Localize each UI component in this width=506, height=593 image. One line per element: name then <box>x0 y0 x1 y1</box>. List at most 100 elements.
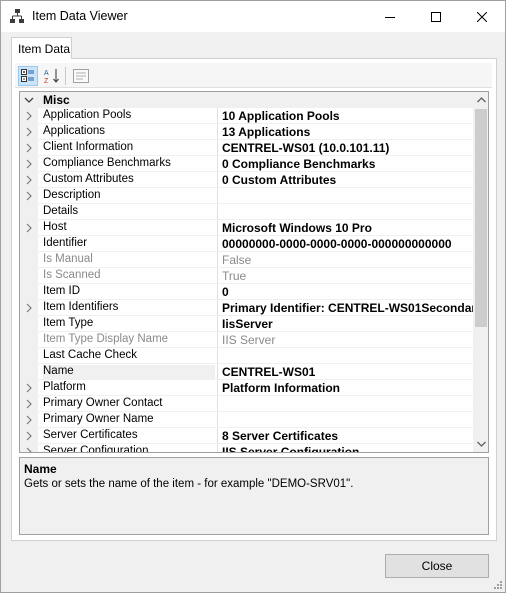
property-value[interactable]: Primary Identifier: CENTREL-WS01Secondar <box>222 301 474 316</box>
property-value[interactable]: Microsoft Windows 10 Pro <box>222 221 474 236</box>
chevron-right-icon[interactable] <box>24 398 34 410</box>
property-row[interactable]: Item ID 0 <box>20 284 473 300</box>
property-value[interactable] <box>222 205 474 220</box>
property-value[interactable] <box>222 397 474 412</box>
property-value[interactable]: 10 Application Pools <box>222 109 474 124</box>
property-pages-button[interactable] <box>71 66 91 86</box>
property-row[interactable]: Item Type Display Name IIS Server <box>20 332 473 348</box>
property-value[interactable]: Platform Information <box>222 381 474 396</box>
column-divider[interactable] <box>217 252 218 268</box>
property-name: Name <box>43 365 215 380</box>
column-divider[interactable] <box>217 332 218 348</box>
column-divider[interactable] <box>217 444 218 452</box>
column-divider[interactable] <box>217 108 218 124</box>
column-divider[interactable] <box>217 412 218 428</box>
property-value[interactable]: IIS Server <box>222 333 474 348</box>
column-divider[interactable] <box>217 316 218 332</box>
column-divider[interactable] <box>217 156 218 172</box>
property-value[interactable]: True <box>222 269 474 284</box>
column-divider[interactable] <box>217 364 218 380</box>
column-divider[interactable] <box>217 268 218 284</box>
property-row[interactable]: Applications 13 Applications <box>20 124 473 140</box>
property-value[interactable]: CENTREL-WS01 (10.0.101.11) <box>222 141 474 156</box>
property-value[interactable]: IIS Server Configuration <box>222 445 474 452</box>
property-row[interactable]: Platform Platform Information <box>20 380 473 396</box>
property-value[interactable]: 0 Compliance Benchmarks <box>222 157 474 172</box>
chevron-right-icon[interactable] <box>24 142 34 154</box>
property-row[interactable]: Description <box>20 188 473 204</box>
property-value[interactable]: 0 <box>222 285 474 300</box>
column-divider[interactable] <box>217 236 218 252</box>
property-row[interactable]: Server Certificates 8 Server Certificates <box>20 428 473 444</box>
property-name: Description <box>43 189 101 201</box>
column-divider[interactable] <box>217 380 218 396</box>
vertical-scrollbar[interactable] <box>473 92 488 452</box>
property-value[interactable]: CENTREL-WS01 <box>222 365 474 380</box>
chevron-right-icon[interactable] <box>24 110 34 122</box>
close-window-button[interactable] <box>459 1 505 32</box>
property-value[interactable] <box>222 349 474 364</box>
property-value[interactable] <box>222 189 474 204</box>
column-divider[interactable] <box>217 396 218 412</box>
column-divider[interactable] <box>217 348 218 364</box>
property-row[interactable]: Primary Owner Name <box>20 412 473 428</box>
property-row[interactable]: Custom Attributes 0 Custom Attributes <box>20 172 473 188</box>
column-divider[interactable] <box>217 140 218 156</box>
categorized-button[interactable] <box>18 66 38 86</box>
property-row[interactable]: Host Microsoft Windows 10 Pro <box>20 220 473 236</box>
column-divider[interactable] <box>217 204 218 220</box>
scroll-up-button[interactable] <box>473 92 488 108</box>
property-value[interactable]: False <box>222 253 474 268</box>
property-row[interactable]: Primary Owner Contact <box>20 396 473 412</box>
chevron-right-icon[interactable] <box>24 174 34 186</box>
scrollbar-thumb[interactable] <box>475 109 487 327</box>
chevron-right-icon[interactable] <box>24 446 34 453</box>
property-row[interactable]: Compliance Benchmarks 0 Compliance Benchm… <box>20 156 473 172</box>
property-value[interactable]: 13 Applications <box>222 125 474 140</box>
chevron-right-icon[interactable] <box>24 302 34 314</box>
column-divider[interactable] <box>217 188 218 204</box>
property-row[interactable]: Item Type IisServer <box>20 316 473 332</box>
chevron-down-icon[interactable] <box>24 95 34 105</box>
property-row[interactable]: Application Pools 10 Application Pools <box>20 108 473 124</box>
property-row[interactable]: Last Cache Check <box>20 348 473 364</box>
scroll-down-button[interactable] <box>473 436 488 452</box>
tab-item-data[interactable]: Item Data <box>11 37 72 59</box>
property-row[interactable]: Item Identifiers Primary Identifier: CENT… <box>20 300 474 316</box>
chevron-right-icon[interactable] <box>24 430 34 442</box>
property-row[interactable]: Details <box>20 204 473 220</box>
property-value[interactable]: 0 Custom Attributes <box>222 173 474 188</box>
property-value[interactable]: IisServer <box>222 317 474 332</box>
column-divider[interactable] <box>217 300 218 316</box>
chevron-right-icon[interactable] <box>24 190 34 202</box>
svg-text:Z: Z <box>44 78 49 84</box>
minimize-button[interactable] <box>367 1 413 32</box>
property-row[interactable]: Is Scanned True <box>20 268 473 284</box>
chevron-right-icon[interactable] <box>24 222 34 234</box>
alphabetical-button[interactable]: A Z <box>42 66 62 86</box>
column-divider[interactable] <box>217 124 218 140</box>
property-value[interactable]: 00000000-0000-0000-0000-000000000000 <box>222 237 474 252</box>
property-row[interactable]: Server Configuration IIS Server Configura… <box>20 444 474 453</box>
chevron-right-icon[interactable] <box>24 382 34 394</box>
category-row-misc[interactable]: Misc <box>20 92 473 108</box>
property-row[interactable]: Is Manual False <box>20 252 473 268</box>
resize-grip-icon[interactable] <box>493 580 503 590</box>
maximize-button[interactable] <box>413 1 459 32</box>
title-bar[interactable]: Item Data Viewer <box>1 1 505 32</box>
column-divider[interactable] <box>217 428 218 444</box>
close-button[interactable]: Close <box>385 554 489 578</box>
property-row[interactable]: Name CENTREL-WS01 <box>20 364 473 380</box>
property-name: Client Information <box>43 141 134 153</box>
column-divider[interactable] <box>217 220 218 236</box>
chevron-right-icon[interactable] <box>24 414 34 426</box>
property-name: Item Identifiers <box>43 301 119 313</box>
chevron-right-icon[interactable] <box>24 158 34 170</box>
property-row[interactable]: Client Information CENTREL-WS01 (10.0.101… <box>20 140 473 156</box>
column-divider[interactable] <box>217 172 218 188</box>
property-value[interactable]: 8 Server Certificates <box>222 429 474 444</box>
column-divider[interactable] <box>217 284 218 300</box>
property-row[interactable]: Identifier 00000000-0000-0000-0000-000000… <box>20 236 473 252</box>
chevron-right-icon[interactable] <box>24 126 34 138</box>
property-value[interactable] <box>222 413 474 428</box>
